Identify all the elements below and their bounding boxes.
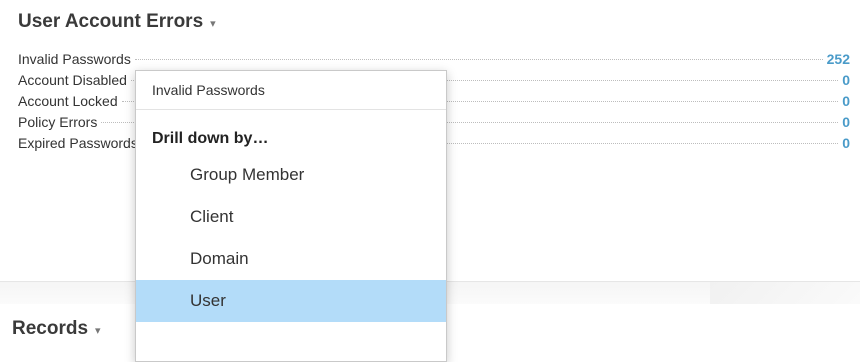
leader-dots — [134, 59, 823, 60]
metric-value[interactable]: 0 — [842, 114, 850, 130]
metric-value[interactable]: 252 — [827, 51, 850, 67]
metric-label: Invalid Passwords — [18, 51, 131, 67]
menu-item-user[interactable]: User — [136, 280, 446, 322]
records-title-text: Records — [12, 318, 89, 339]
metric-value[interactable]: 0 — [842, 72, 850, 88]
records-title-button[interactable]: Records ▾ — [12, 318, 101, 340]
metric-label: Policy Errors — [18, 114, 98, 130]
menu-item-domain[interactable]: Domain — [136, 238, 446, 280]
metric-value[interactable]: 0 — [842, 93, 850, 109]
caret-down-icon: ▾ — [95, 324, 101, 337]
caret-down-icon: ▾ — [210, 17, 216, 30]
metric-label: Account Locked — [18, 93, 118, 109]
metric-label: Account Disabled — [18, 72, 127, 88]
metric-label: Expired Passwords — [18, 135, 138, 151]
menu-item-group-member[interactable]: Group Member — [136, 154, 446, 196]
menu-header: Invalid Passwords — [136, 71, 446, 110]
panel-title-text: User Account Errors — [18, 11, 204, 32]
metric-value[interactable]: 0 — [842, 135, 850, 151]
menu-item-client[interactable]: Client — [136, 196, 446, 238]
menu-section-label: Drill down by… — [152, 130, 269, 147]
metric-row-invalid-passwords[interactable]: Invalid Passwords 252 — [18, 51, 850, 72]
drilldown-menu: Invalid Passwords Drill down by… Group M… — [135, 70, 447, 362]
panel-title-button[interactable]: User Account Errors ▾ — [18, 11, 216, 33]
